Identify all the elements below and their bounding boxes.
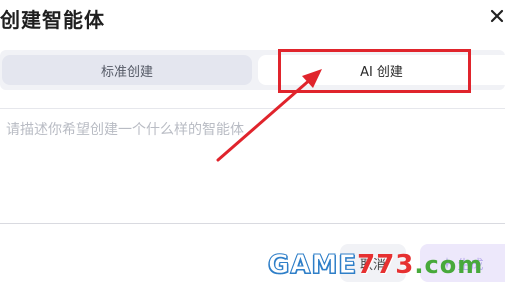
generate-button[interactable]: 生成 xyxy=(420,244,505,282)
prompt-placeholder: 请描述你希望创建一个什么样的智能体 xyxy=(6,122,244,138)
tab-standard-create[interactable]: 标准创建 xyxy=(2,55,252,85)
close-icon xyxy=(490,9,504,23)
close-button[interactable] xyxy=(488,4,505,28)
dialog-title: 创建智能体 xyxy=(0,8,105,32)
cancel-button[interactable]: 取消 xyxy=(340,244,406,282)
generate-label: 生成 xyxy=(457,257,484,273)
sparkle-icon xyxy=(441,257,454,269)
tab-ai-create[interactable]: AI 创建 xyxy=(258,55,505,85)
